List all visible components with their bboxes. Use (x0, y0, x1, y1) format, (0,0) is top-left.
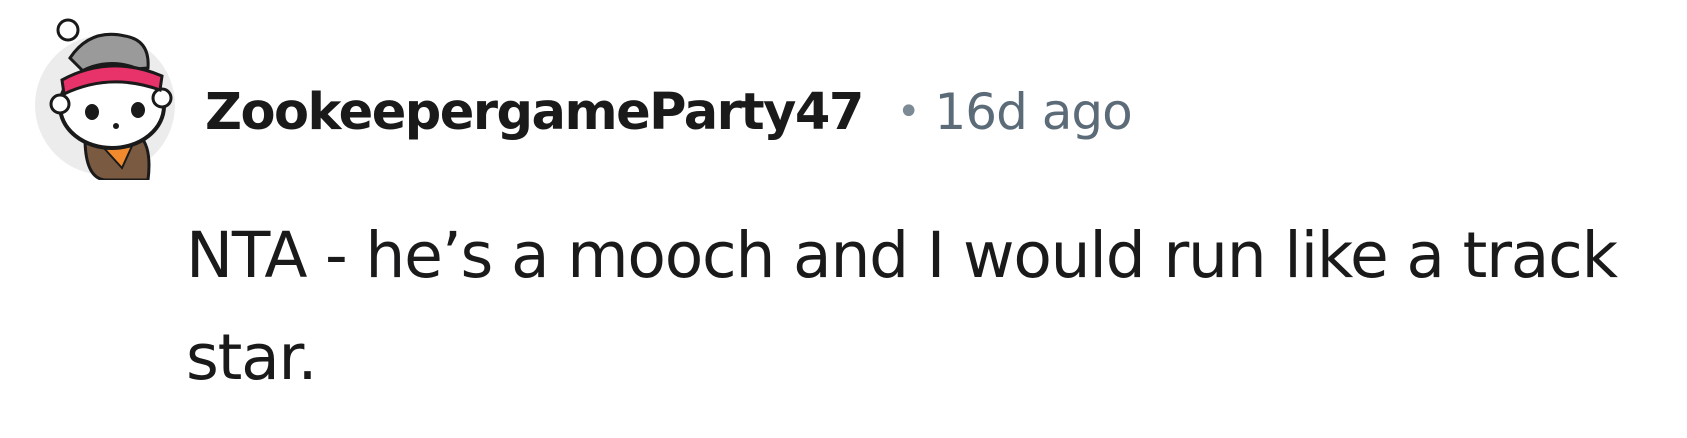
snoo-avatar-icon (35, 18, 175, 180)
comment: ZookeepergameParty47 • 16d ago NTA - he’… (0, 0, 1687, 438)
comment-header: ZookeepergameParty47 • 16d ago (205, 76, 1133, 148)
avatar[interactable] (30, 18, 180, 180)
timestamp-link[interactable]: 16d ago (934, 83, 1132, 141)
separator-dot: • (896, 89, 921, 135)
comment-body: NTA - he’s a mooch and I would run like … (186, 219, 1618, 394)
username-link[interactable]: ZookeepergameParty47 (205, 83, 864, 142)
